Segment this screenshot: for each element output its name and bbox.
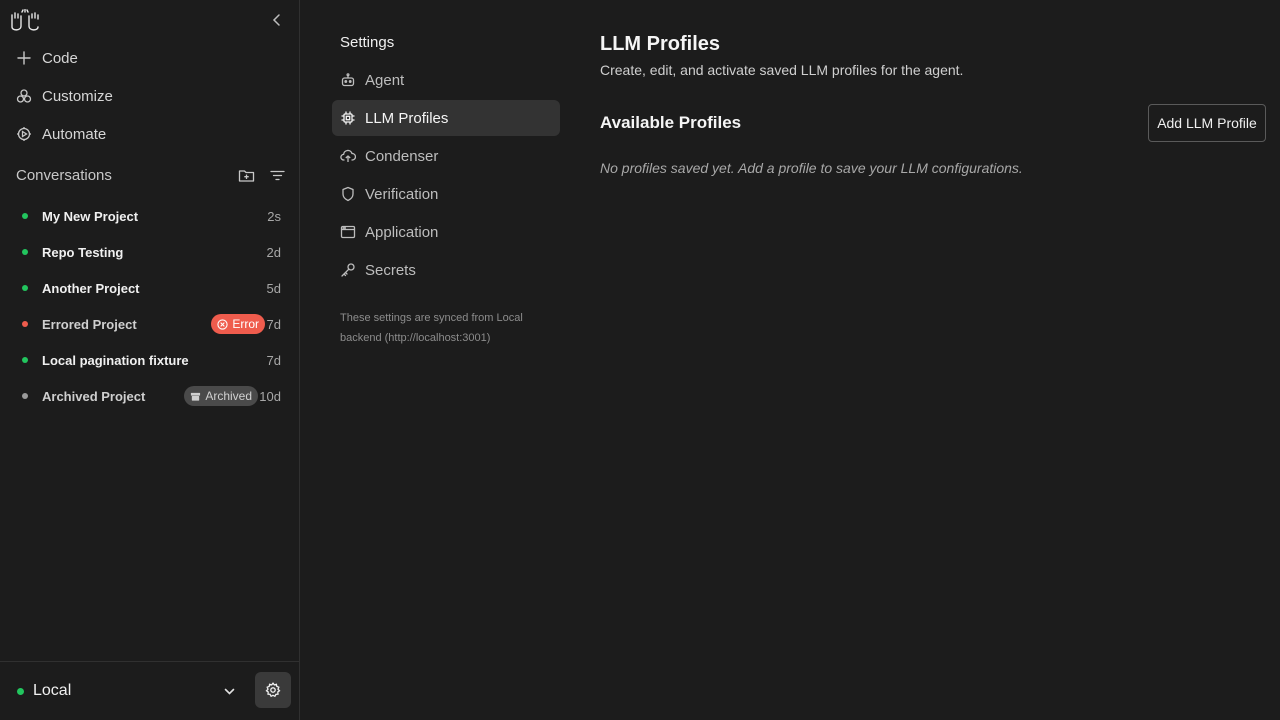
- conversation-name: Repo Testing: [42, 244, 124, 260]
- status-dot: [22, 357, 28, 363]
- conversation-time: 2d: [266, 244, 281, 260]
- backend-selector-label[interactable]: Local: [33, 682, 71, 700]
- shield-icon: [342, 186, 354, 202]
- conversation-time: 7d: [266, 352, 281, 368]
- conversation-item[interactable]: Repo Testing 2d: [0, 234, 298, 270]
- sidebar: Code Customize Automate Conversations My…: [0, 0, 300, 720]
- settings-item-llm-profiles[interactable]: LLM Profiles: [332, 100, 560, 136]
- section-title: Available Profiles: [600, 113, 742, 132]
- settings-item-label: Agent: [365, 71, 405, 89]
- status-dot: [22, 213, 28, 219]
- settings-item-agent[interactable]: Agent: [332, 62, 560, 98]
- error-badge: Error: [211, 314, 265, 334]
- conversation-item[interactable]: Errored Project Error 7d: [0, 306, 298, 342]
- conversations-header: Conversations: [16, 164, 286, 186]
- connection-status-dot: [17, 688, 24, 695]
- archive-box-icon: [191, 392, 201, 401]
- error-circle-icon: [217, 318, 228, 330]
- agent-icon: [341, 73, 355, 87]
- nav-customize-label: Customize: [42, 87, 113, 105]
- status-dot: [22, 249, 28, 255]
- conversation-name: Archived Project: [42, 388, 146, 404]
- chip-icon: [341, 111, 355, 125]
- conversation-name: My New Project: [42, 208, 139, 224]
- add-llm-profile-button[interactable]: Add LLM Profile: [1148, 104, 1266, 142]
- settings-button[interactable]: [255, 672, 291, 708]
- conversation-time: 5d: [266, 280, 281, 296]
- key-icon: [341, 263, 355, 277]
- settings-item-secrets[interactable]: Secrets: [332, 252, 560, 288]
- page-title: LLM Profiles: [600, 33, 721, 55]
- settings-item-label: LLM Profiles: [365, 109, 449, 127]
- sync-note: These settings are synced from Local bac…: [340, 312, 523, 344]
- automate-icon: [17, 127, 31, 141]
- settings-title: Settings: [340, 34, 395, 51]
- logo-hands-icon[interactable]: [8, 8, 42, 33]
- conversation-time: 10d: [259, 388, 281, 404]
- status-dot: [22, 393, 28, 399]
- settings-item-label: Verification: [365, 185, 439, 203]
- conversation-item[interactable]: Local pagination fixture 7d: [0, 342, 298, 378]
- conversation-name: Local pagination fixture: [42, 352, 189, 368]
- conversation-item[interactable]: Archived Project Archived 10d: [0, 378, 298, 414]
- nav-automate-label: Automate: [42, 125, 107, 143]
- settings-item-verification[interactable]: Verification: [332, 176, 560, 212]
- sidebar-footer: Local: [0, 661, 299, 720]
- conversation-name: Another Project: [42, 280, 140, 296]
- nav-automate[interactable]: Automate: [16, 122, 106, 146]
- chevron-down-icon[interactable]: [222, 684, 237, 699]
- conversation-item[interactable]: Another Project 5d: [0, 270, 298, 306]
- collapse-sidebar-icon[interactable]: [268, 11, 286, 29]
- settings-item-condenser[interactable]: Condenser: [332, 138, 560, 174]
- empty-profiles-message: No profiles saved yet. Add a profile to …: [600, 160, 1023, 176]
- new-folder-icon[interactable]: [238, 167, 255, 184]
- nav-code-label: Code: [42, 49, 78, 67]
- conversation-name: Errored Project: [42, 316, 137, 332]
- settings-item-application[interactable]: Application: [332, 214, 560, 250]
- plus-icon: [17, 51, 31, 65]
- error-badge-label: Error: [232, 317, 259, 331]
- archived-badge-label: Archived: [205, 389, 252, 403]
- nav-code[interactable]: Code: [16, 46, 78, 70]
- status-dot: [22, 285, 28, 291]
- page-subtitle: Create, edit, and activate saved LLM pro…: [600, 62, 964, 78]
- filter-icon[interactable]: [269, 167, 286, 184]
- gear-icon: [265, 682, 281, 698]
- application-icon: [340, 225, 356, 239]
- conversation-list: My New Project 2s Repo Testing 2d Anothe…: [0, 198, 298, 414]
- condenser-icon: [340, 149, 356, 162]
- conversation-time: 2s: [267, 208, 281, 224]
- settings-item-label: Condenser: [365, 147, 439, 165]
- conversations-title: Conversations: [16, 166, 112, 184]
- nav-customize[interactable]: Customize: [16, 84, 113, 108]
- status-dot: [22, 321, 28, 327]
- conversation-time: 7d: [266, 316, 281, 332]
- customize-icon: [16, 89, 32, 103]
- settings-item-label: Secrets: [365, 261, 416, 279]
- settings-item-label: Application: [365, 223, 439, 241]
- conversation-item[interactable]: My New Project 2s: [0, 198, 298, 234]
- archived-badge: Archived: [184, 386, 258, 406]
